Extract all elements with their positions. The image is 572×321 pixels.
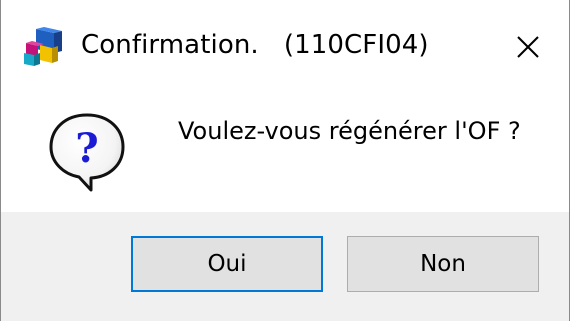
dialog-message: Voulez-vous régénérer l'OF ? xyxy=(178,117,521,145)
no-button[interactable]: Non xyxy=(347,236,539,292)
title-bar[interactable]: Confirmation. (110CFI04) xyxy=(1,0,569,90)
window-title: Confirmation. (110CFI04) xyxy=(81,30,429,60)
yes-button-label: Oui xyxy=(207,251,247,277)
svg-text:?: ? xyxy=(75,125,98,172)
question-icon: ? xyxy=(49,113,125,192)
no-button-label: Non xyxy=(420,251,466,277)
dialog-content: ? Voulez-vous régénérer l'OF ? xyxy=(1,90,569,212)
button-bar: Oui Non xyxy=(1,212,569,321)
confirmation-dialog: Confirmation. (110CFI04) ? Voulez-vous r… xyxy=(0,0,570,321)
stacked-blocks-icon xyxy=(24,27,62,66)
close-icon[interactable] xyxy=(513,32,543,62)
yes-button[interactable]: Oui xyxy=(131,236,323,292)
